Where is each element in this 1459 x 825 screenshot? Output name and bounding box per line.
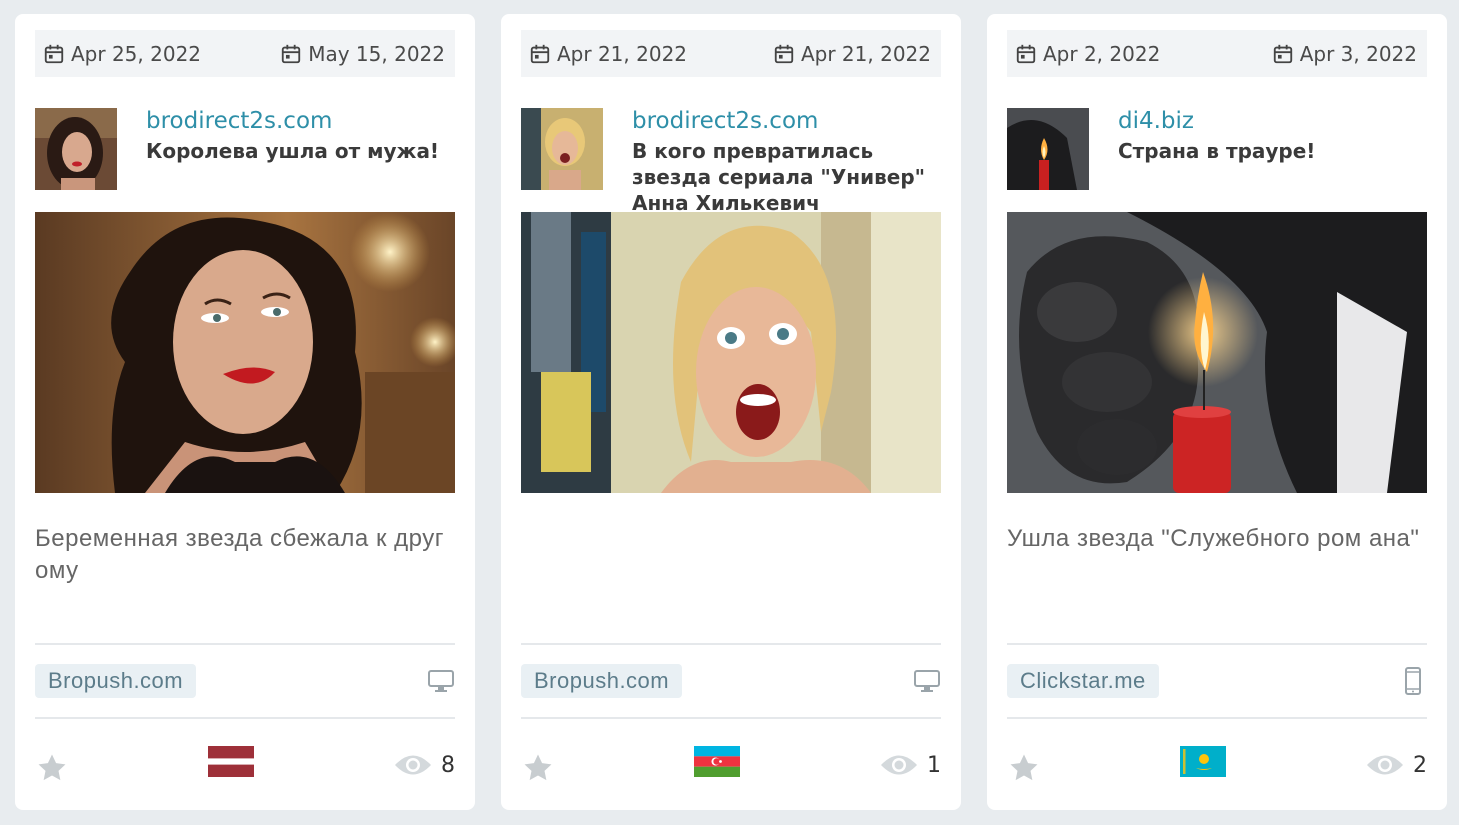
eye-icon <box>395 755 431 775</box>
ad-card[interactable]: Apr 25, 2022 May 15, 2022 brodirect2s.co… <box>15 14 475 810</box>
date-start: Apr 25, 2022 <box>43 42 201 66</box>
card-footer: 8 <box>35 736 455 786</box>
views-count: 2 <box>1413 752 1427 778</box>
ad-header: brodirect2s.com Королева ушла от мужа! <box>35 108 455 190</box>
ad-header: brodirect2s.com В кого превратилась звез… <box>521 108 941 216</box>
desktop-icon <box>428 670 454 692</box>
date-range: Apr 2, 2022 Apr 3, 2022 <box>1007 30 1427 77</box>
date-start-text: Apr 2, 2022 <box>1043 41 1161 66</box>
date-start: Apr 21, 2022 <box>529 42 687 66</box>
ad-main-image[interactable] <box>35 212 455 493</box>
ad-icon-image[interactable] <box>1007 108 1089 190</box>
ad-description: Ушла звезда "Служебного ром ана" <box>1007 525 1420 552</box>
date-end: Apr 3, 2022 <box>1272 42 1417 66</box>
card-footer: 1 <box>521 736 941 786</box>
calendar-icon <box>530 44 550 63</box>
calendar-icon <box>774 44 794 63</box>
ad-domain-link[interactable]: di4.biz <box>1118 108 1315 136</box>
kazakhstan-flag <box>1180 745 1226 777</box>
ad-card[interactable]: Apr 2, 2022 Apr 3, 2022 di4.biz Страна в… <box>987 14 1447 810</box>
desktop-icon <box>914 670 940 692</box>
views-count: 8 <box>441 752 455 778</box>
ad-card[interactable]: Apr 21, 2022 Apr 21, 2022 brodirect2s.co… <box>501 14 961 810</box>
network-row: Bropush.com <box>521 663 941 699</box>
date-range: Apr 21, 2022 Apr 21, 2022 <box>521 30 941 77</box>
eye-icon <box>881 755 917 775</box>
ad-headline: Королева ушла от мужа! <box>146 138 440 163</box>
network-row: Clickstar.me <box>1007 663 1427 699</box>
ad-domain-link[interactable]: brodirect2s.com <box>632 108 941 136</box>
views-count: 1 <box>927 752 941 778</box>
ad-icon-image[interactable] <box>521 108 603 190</box>
card-footer: 2 <box>1007 736 1427 786</box>
date-start-text: Apr 21, 2022 <box>557 41 688 66</box>
network-badge[interactable]: Bropush.com <box>521 664 683 698</box>
eye-icon <box>1367 755 1403 775</box>
ad-text: brodirect2s.com В кого превратилась звез… <box>632 108 941 216</box>
azerbaijan-flag <box>694 745 740 777</box>
divider <box>521 717 941 719</box>
ad-main-image[interactable] <box>521 212 941 493</box>
date-end-text: May 15, 2022 <box>308 41 445 66</box>
latvia-flag <box>208 745 254 777</box>
ad-domain-link[interactable]: brodirect2s.com <box>146 108 439 136</box>
date-end: May 15, 2022 <box>280 42 445 66</box>
date-start-text: Apr 25, 2022 <box>71 41 202 66</box>
date-end: Apr 21, 2022 <box>773 42 931 66</box>
ad-description: Беременная звезда сбежала к другому <box>35 525 444 584</box>
views-counter: 2 <box>1365 752 1427 778</box>
date-end-text: Apr 3, 2022 <box>1299 41 1417 66</box>
divider <box>35 717 455 719</box>
ad-headline: В кого превратилась звезда сериала "Унив… <box>632 138 926 215</box>
star-icon[interactable] <box>35 751 69 785</box>
calendar-icon <box>44 44 64 63</box>
divider <box>1007 717 1427 719</box>
calendar-icon <box>282 44 301 63</box>
date-start: Apr 2, 2022 <box>1015 42 1160 66</box>
divider <box>521 643 941 645</box>
ad-icon-image[interactable] <box>35 108 117 190</box>
calendar-icon <box>1273 44 1292 63</box>
divider <box>35 643 455 645</box>
divider <box>1007 643 1427 645</box>
views-counter: 8 <box>393 752 455 778</box>
star-icon[interactable] <box>1007 751 1041 785</box>
network-badge[interactable]: Clickstar.me <box>1007 664 1159 698</box>
ad-headline: Страна в трауре! <box>1118 138 1316 163</box>
ad-header: di4.biz Страна в трауре! <box>1007 108 1427 190</box>
ad-text: brodirect2s.com Королева ушла от мужа! <box>146 108 439 190</box>
date-range: Apr 25, 2022 May 15, 2022 <box>35 30 455 77</box>
views-counter: 1 <box>879 752 941 778</box>
ad-main-image[interactable] <box>1007 212 1427 493</box>
network-badge[interactable]: Bropush.com <box>35 664 197 698</box>
ad-text: di4.biz Страна в трауре! <box>1118 108 1315 190</box>
network-row: Bropush.com <box>35 663 455 699</box>
calendar-icon <box>1016 44 1036 63</box>
mobile-icon <box>1405 667 1421 695</box>
date-end-text: Apr 21, 2022 <box>800 41 931 66</box>
star-icon[interactable] <box>521 751 555 785</box>
